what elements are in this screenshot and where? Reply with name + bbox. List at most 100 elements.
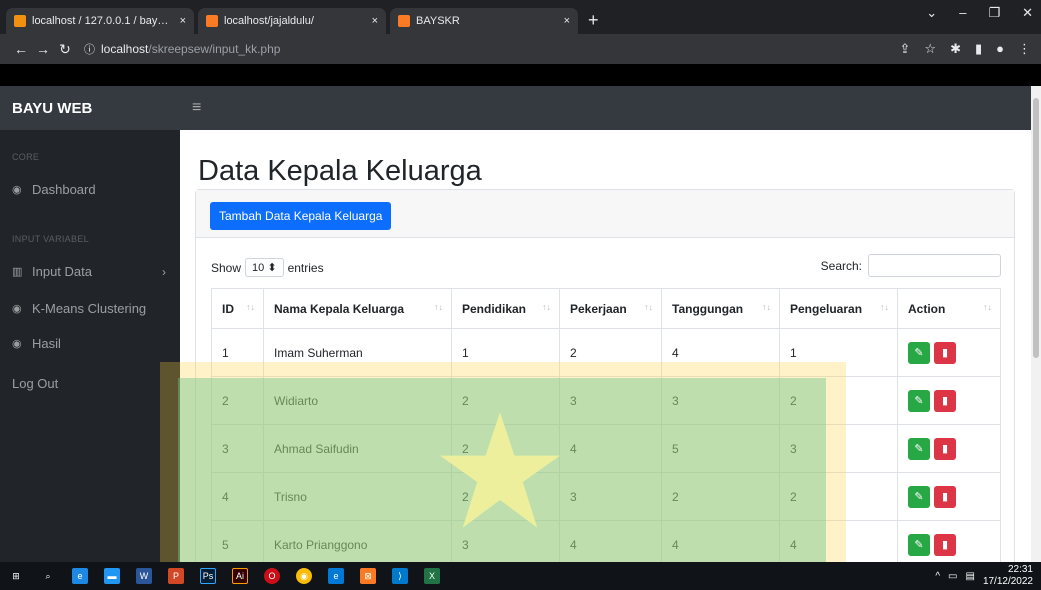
sort-icon: ↑↓ — [246, 302, 255, 312]
extensions-icon[interactable]: ✱ — [950, 41, 961, 57]
page-scrollbar[interactable] — [1031, 86, 1041, 562]
search-label: Search: — [820, 258, 862, 273]
trash-icon: ▮ — [941, 443, 949, 455]
word-icon[interactable]: W — [136, 568, 152, 584]
sidebar-item-label: Hasil — [32, 336, 61, 351]
sidebar-item-input-data[interactable]: ▥ Input Data › — [0, 264, 180, 279]
browser-tab-jajaldulu[interactable]: localhost/jajaldulu/ × — [198, 8, 386, 34]
sidebar-item-dashboard[interactable]: ◉ Dashboard — [0, 182, 180, 197]
sidepanel-icon[interactable]: ▮ — [975, 41, 982, 57]
column-header-pendidikan[interactable]: Pendidikan ↑↓ — [451, 288, 560, 329]
entries-select-value: 10 — [252, 262, 265, 274]
delete-button[interactable]: ▮ — [934, 389, 956, 412]
reload-icon[interactable]: ↻ — [54, 41, 76, 58]
bookmark-star-icon[interactable]: ☆ — [924, 41, 936, 57]
excel-icon[interactable]: X — [424, 568, 440, 584]
opera-icon[interactable]: O — [264, 568, 280, 584]
tab-title: BAYSKR — [416, 15, 460, 27]
powerpoint-icon[interactable]: P — [168, 568, 184, 584]
column-header-pekerjaan[interactable]: Pekerjaan ↑↓ — [559, 288, 662, 329]
edit-button[interactable]: ✎ — [908, 533, 930, 556]
delete-button[interactable]: ▮ — [934, 437, 956, 460]
search-icon[interactable]: ⌕ — [40, 568, 56, 584]
delete-button[interactable]: ▮ — [934, 533, 956, 556]
sort-icon: ↑↓ — [983, 302, 992, 312]
browser-tab-bayskr[interactable]: BAYSKR × — [390, 8, 578, 34]
sidebar-toggle-icon[interactable]: ≡ — [192, 99, 201, 117]
bookmark-bar — [0, 64, 1041, 86]
profile-icon[interactable]: ● — [996, 41, 1004, 57]
url-path: /skreepsew/input_kk.php — [148, 42, 281, 56]
delete-button[interactable]: ▮ — [934, 485, 956, 508]
trash-icon: ▮ — [941, 395, 949, 407]
close-tab-icon[interactable]: × — [564, 15, 570, 27]
close-window-icon[interactable]: ✕ — [1022, 5, 1033, 21]
edit-icon: ✎ — [914, 539, 924, 551]
column-header-label: Nama Kepala Keluarga — [274, 301, 405, 316]
delete-button[interactable]: ▮ — [934, 341, 956, 364]
column-header-nama[interactable]: Nama Kepala Keluarga ↑↓ — [263, 288, 452, 329]
star-icon — [440, 412, 560, 528]
edit-button[interactable]: ✎ — [908, 485, 930, 508]
vscode-icon[interactable]: ⟩ — [392, 568, 408, 584]
sort-icon: ↑↓ — [542, 302, 551, 312]
column-header-label: Pengeluaran — [790, 301, 863, 316]
search-box: Search: — [821, 254, 1001, 277]
notification-icon[interactable]: ▤ — [965, 571, 974, 582]
system-clock[interactable]: 22:31 17/12/2022 — [983, 564, 1033, 588]
edit-button[interactable]: ✎ — [908, 437, 930, 460]
cell-action: ✎ ▮ — [897, 520, 1001, 562]
edit-icon: ✎ — [914, 347, 924, 359]
scrollbar-thumb[interactable] — [1033, 98, 1039, 358]
search-input[interactable] — [868, 254, 1001, 277]
column-header-action[interactable]: Action ↑↓ — [897, 288, 1001, 329]
column-header-label: Tanggungan — [672, 301, 744, 316]
url-field[interactable]: ⓘ localhost/skreepsew/input_kk.php — [84, 41, 280, 57]
address-bar: ← → ↻ ⓘ localhost/skreepsew/input_kk.php… — [0, 34, 1041, 64]
column-header-id[interactable]: ID ↑↓ — [211, 288, 264, 329]
show-label: Show — [211, 260, 242, 275]
menu-kebab-icon[interactable]: ⋮ — [1018, 41, 1031, 57]
column-header-pengeluaran[interactable]: Pengeluaran ↑↓ — [779, 288, 898, 329]
window-controls: ⌄ – ❐ ✕ — [926, 5, 1033, 21]
info-icon[interactable]: ⓘ — [84, 41, 95, 57]
column-header-tanggungan[interactable]: Tanggungan ↑↓ — [661, 288, 780, 329]
select-arrows-icon: ⬍ — [267, 262, 277, 274]
xampp-icon[interactable]: ⊠ — [360, 568, 376, 584]
restore-icon[interactable]: ❐ — [988, 5, 1000, 21]
windows-start-icon[interactable]: ⊞ — [8, 568, 24, 584]
entries-select[interactable]: 10 ⬍ — [245, 258, 284, 277]
sidebar-item-hasil[interactable]: ◉ Hasil — [0, 336, 180, 351]
tab-search-icon[interactable]: ⌄ — [926, 5, 937, 21]
new-tab-button[interactable]: + — [588, 8, 599, 34]
sidebar-item-logout[interactable]: Log Out — [0, 376, 180, 391]
trash-icon: ▮ — [941, 539, 949, 551]
sidebar-item-kmeans[interactable]: ◉ K-Means Clustering — [0, 301, 180, 316]
table-header-row: ID ↑↓ Nama Kepala Keluarga ↑↓ Pendidikan ↑↓… — [211, 288, 1001, 329]
browser-tab-phpmyadmin[interactable]: localhost / 127.0.0.1 / bayukmeans × — [6, 8, 194, 34]
entries-length: Show 10 ⬍ entries — [211, 258, 324, 277]
forward-icon[interactable]: → — [32, 41, 54, 57]
minimize-icon[interactable]: – — [959, 5, 966, 21]
edit-button[interactable]: ✎ — [908, 341, 930, 364]
sort-icon: ↑↓ — [434, 302, 443, 312]
file-explorer-icon[interactable]: ▬ — [104, 568, 120, 584]
chrome-icon[interactable]: ◉ — [296, 568, 312, 584]
brand-logo[interactable]: BAYU WEB — [0, 100, 180, 117]
share-icon[interactable]: ⇪ — [900, 41, 911, 57]
edge-icon[interactable]: e — [328, 568, 344, 584]
tray-chevron-icon[interactable]: ^ — [935, 571, 940, 582]
close-tab-icon[interactable]: × — [372, 15, 378, 27]
illustrator-icon[interactable]: Ai — [232, 568, 248, 584]
photoshop-icon[interactable]: Ps — [200, 568, 216, 584]
back-icon[interactable]: ← — [10, 41, 32, 57]
xampp-icon — [398, 15, 410, 27]
close-tab-icon[interactable]: × — [180, 15, 186, 27]
trash-icon: ▮ — [941, 491, 949, 503]
internet-explorer-icon[interactable]: e — [72, 568, 88, 584]
add-kepala-keluarga-button[interactable]: Tambah Data Kepala Keluarga — [210, 202, 392, 230]
edit-button[interactable]: ✎ — [908, 389, 930, 412]
sidebar-heading-core: CORE — [12, 152, 40, 162]
network-icon[interactable]: ▭ — [948, 571, 957, 582]
cell-action: ✎ ▮ — [897, 376, 1001, 425]
